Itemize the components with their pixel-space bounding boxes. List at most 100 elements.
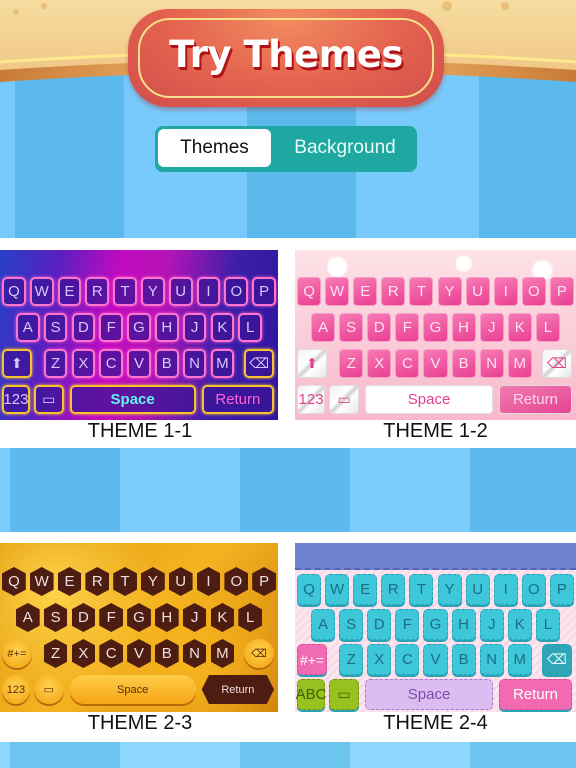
key-q: Q <box>297 574 322 605</box>
shift-key: #+= <box>297 644 328 675</box>
theme-label: THEME 1-1 <box>87 420 193 442</box>
key-b: B <box>451 349 476 378</box>
key-g: G <box>423 313 448 342</box>
key-u: U <box>168 567 193 596</box>
return-key: Return <box>498 679 572 710</box>
key-t: T <box>409 277 434 306</box>
theme-label: THEME 2-4 <box>383 712 488 734</box>
key-s: S <box>43 603 68 632</box>
key-l: L <box>238 313 263 342</box>
key-j: J <box>182 603 207 632</box>
key-f: F <box>99 603 124 632</box>
key-i: I <box>196 567 221 596</box>
shift-key: #+= <box>2 639 32 668</box>
key-o: O <box>224 567 249 596</box>
key-u: U <box>465 277 490 306</box>
return-key: Return <box>498 385 572 414</box>
key-n: N <box>479 644 504 675</box>
key-e: E <box>353 277 378 306</box>
key-g: G <box>423 609 448 640</box>
key-w: W <box>325 277 350 306</box>
key-r: R <box>85 277 110 306</box>
key-j: J <box>479 313 504 342</box>
title-badge: Try Themes <box>128 9 444 107</box>
key-f: F <box>395 609 420 640</box>
key-d: D <box>71 603 96 632</box>
key-c: C <box>99 349 124 378</box>
key-w: W <box>325 574 350 605</box>
delete-key: ⌫ <box>541 644 572 675</box>
key-m: M <box>210 349 235 378</box>
key-r: R <box>381 277 406 306</box>
key-d: D <box>367 313 392 342</box>
keyboard-top-bar <box>295 543 576 570</box>
theme-label: THEME 2-3 <box>87 712 193 734</box>
key-p: P <box>549 574 574 605</box>
theme-label: THEME 1-2 <box>383 420 488 442</box>
key-z: Z <box>339 349 364 378</box>
key-v: V <box>423 644 448 675</box>
key-q: Q <box>2 567 26 596</box>
key-h: H <box>154 603 179 632</box>
key-v: V <box>423 349 448 378</box>
theme-card-2-3[interactable]: Q W E R T Y U I O P A S D F G H J K L Z X C V B N M #+= ⌫ 123 ▭ Space R… <box>0 543 280 739</box>
tab-themes[interactable]: Themes <box>158 129 271 167</box>
key-a: A <box>15 603 40 632</box>
key-s: S <box>43 313 68 342</box>
key-q: Q <box>2 277 26 306</box>
theme-card-1-2[interactable]: Q W E R T Y U I O P A S D F G H J K L Z X C V B N M ⬆ ⌫ 123 ▭ Space Ret… <box>295 250 576 446</box>
key-x: X <box>71 639 96 668</box>
key-e: E <box>57 567 82 596</box>
key-d: D <box>71 313 96 342</box>
key-k: K <box>507 609 532 640</box>
emoji-key: ▭ <box>329 385 360 414</box>
key-n: N <box>479 349 504 378</box>
key-m: M <box>507 349 532 378</box>
key-y: Y <box>141 567 165 596</box>
key-u: U <box>168 277 193 306</box>
return-key: Return <box>201 385 274 414</box>
tab-background[interactable]: Background <box>275 129 415 167</box>
key-v: V <box>127 639 151 668</box>
key-c: C <box>99 639 124 668</box>
key-r: R <box>381 574 406 605</box>
key-n: N <box>182 349 207 378</box>
key-e: E <box>353 574 378 605</box>
key-k: K <box>507 313 532 342</box>
key-z: Z <box>43 639 68 668</box>
key-g: G <box>127 603 151 632</box>
key-t: T <box>113 277 137 306</box>
key-f: F <box>99 313 124 342</box>
delete-key: ⌫ <box>541 349 572 378</box>
key-a: A <box>311 313 336 342</box>
key-j: J <box>182 313 207 342</box>
emoji-key: ▭ <box>33 385 64 414</box>
key-z: Z <box>339 644 364 675</box>
theme-card-1-1[interactable]: Q W E R T Y U I O P A S D F G H J K L Z X C V B N M ⬆ ⌫ 123 ▭ Space Ret… <box>0 250 280 446</box>
space-key: Space <box>69 385 196 414</box>
striped-footer <box>0 742 576 768</box>
numbers-key: ABC <box>296 679 326 710</box>
key-e: E <box>57 277 82 306</box>
key-a: A <box>15 313 40 342</box>
emoji-key: ▭ <box>329 679 360 710</box>
key-s: S <box>339 313 364 342</box>
key-a: A <box>311 609 336 640</box>
key-l: L <box>238 603 263 632</box>
key-t: T <box>409 574 434 605</box>
theme-card-2-4[interactable]: Q W E R T Y U I O P A S D F G H J K L Z X C V B N M #+= ⌫ ABC ▭ Space R… <box>295 543 576 739</box>
space-key: Space <box>69 675 196 704</box>
key-q: Q <box>297 277 322 306</box>
key-w: W <box>29 567 54 596</box>
key-f: F <box>395 313 420 342</box>
return-key: Return <box>201 675 274 704</box>
delete-key: ⌫ <box>244 639 274 668</box>
numbers-key: 123 <box>2 385 30 414</box>
key-j: J <box>479 609 504 640</box>
numbers-key: 123 <box>2 675 30 704</box>
key-y: Y <box>141 277 165 306</box>
key-g: G <box>127 313 151 342</box>
delete-key: ⌫ <box>244 349 274 378</box>
key-p: P <box>252 567 276 596</box>
key-l: L <box>535 609 560 640</box>
